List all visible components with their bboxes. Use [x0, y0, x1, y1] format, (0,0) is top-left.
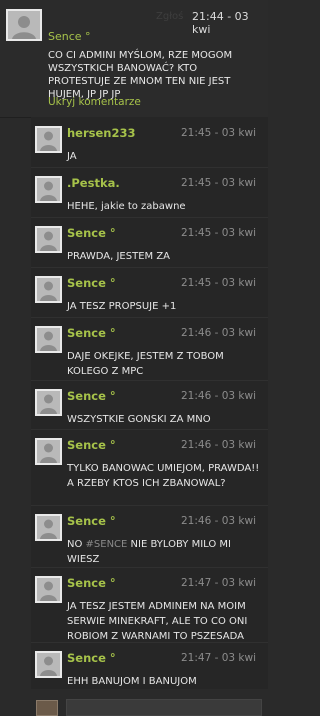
- user-silhouette-icon: [40, 519, 57, 539]
- user-silhouette-icon: [40, 131, 57, 151]
- user-silhouette-icon: [40, 394, 57, 414]
- avatar[interactable]: [35, 176, 62, 203]
- comment-timestamp: 21:45 - 03 kwi: [181, 277, 257, 289]
- comment-text: JA: [67, 151, 77, 162]
- comment-item: Sence ° 21:47 - 03 kwi EHH BANUJOM I BAN…: [31, 642, 268, 690]
- avatar[interactable]: [35, 126, 62, 153]
- post-text: CO CI ADMINI MYŚLOM, RZE MOGOM WSZYSTKIC…: [48, 50, 233, 100]
- comment-item: .Pestka. 21:45 - 03 kwi HEHE, jakie to z…: [31, 167, 268, 218]
- main-post: Zgłoś 21:44 - 03 kwi Sence ° CO CI ADMIN…: [0, 0, 268, 118]
- comment-item: Sence ° 21:47 - 03 kwi JA TESZ JESTEM AD…: [31, 567, 268, 643]
- comment-author[interactable]: Sence °: [67, 389, 116, 403]
- comment-author[interactable]: .Pestka.: [67, 176, 120, 190]
- comment-author[interactable]: Sence °: [67, 514, 116, 528]
- comment-timestamp: 21:46 - 03 kwi: [181, 439, 257, 451]
- comment-text: HEHE, jakie to zabawne: [67, 201, 186, 212]
- user-silhouette-icon: [40, 281, 57, 301]
- user-silhouette-icon: [40, 331, 57, 351]
- comment-text: EHH BANUJOM I BANUJOM: [67, 676, 197, 687]
- comment-item: Sence ° 21:45 - 03 kwi JA TESZ PROPSUJE …: [31, 267, 268, 318]
- post-author[interactable]: Sence °: [48, 30, 91, 43]
- report-link[interactable]: Zgłoś: [156, 11, 183, 22]
- comment-text: NO #SENCE NIE BYLOBY MILO MI WIESZ: [67, 537, 262, 567]
- comment-text: WSZYSTKIE GONSKI ZA MNO: [67, 414, 211, 425]
- comment-text-before: NO: [67, 539, 86, 550]
- comment-item: hersen233 21:45 - 03 kwi JA: [31, 117, 268, 168]
- user-silhouette-icon: [40, 656, 57, 676]
- comment-timestamp: 21:47 - 03 kwi: [181, 577, 257, 589]
- user-silhouette-icon: [12, 16, 36, 39]
- comment-timestamp: 21:46 - 03 kwi: [181, 390, 257, 402]
- avatar[interactable]: [35, 514, 62, 541]
- avatar[interactable]: [35, 326, 62, 353]
- comment-text: DAJE OKEJKE, JESTEM Z TOBOM KOLEGO Z MPC: [67, 351, 224, 377]
- post-timestamp: 21:44 - 03 kwi: [192, 10, 249, 36]
- comment-item: Sence ° 21:46 - 03 kwi NO #SENCE NIE BYL…: [31, 505, 268, 568]
- hashtag-link[interactable]: #SENCE: [86, 539, 128, 550]
- user-silhouette-icon: [40, 181, 57, 201]
- hide-comments-link[interactable]: Ukryj komentarze: [48, 96, 141, 108]
- comment-timestamp: 21:45 - 03 kwi: [181, 227, 257, 239]
- comment-timestamp: 21:45 - 03 kwi: [181, 177, 257, 189]
- reply-bar: [0, 689, 268, 716]
- avatar[interactable]: [35, 389, 62, 416]
- comment-list: hersen233 21:45 - 03 kwi JA .Pestka. 21:…: [31, 117, 268, 690]
- avatar[interactable]: [35, 576, 62, 603]
- comment-timestamp: 21:46 - 03 kwi: [181, 327, 257, 339]
- avatar[interactable]: [35, 438, 62, 465]
- comment-text: JA TESZ PROPSUJE +1: [67, 301, 177, 312]
- comment-text: JA TESZ JESTEM ADMINEM NA MOIM SERWIE MI…: [67, 601, 248, 642]
- user-silhouette-icon: [40, 231, 57, 251]
- comment-author[interactable]: Sence °: [67, 576, 116, 590]
- comment-item: Sence ° 21:45 - 03 kwi PRAWDA, JESTEM ZA: [31, 217, 268, 268]
- comment-text: TYLKO BANOWAC UMIEJOM, PRAWDA!! A RZEBY …: [67, 463, 260, 489]
- comment-author[interactable]: Sence °: [67, 438, 116, 452]
- current-user-avatar: [36, 700, 58, 716]
- comment-author[interactable]: Sence °: [67, 326, 116, 340]
- avatar[interactable]: [35, 276, 62, 303]
- avatar[interactable]: [35, 651, 62, 678]
- reply-input[interactable]: [66, 699, 262, 716]
- comment-author[interactable]: hersen233: [67, 126, 136, 140]
- avatar[interactable]: [6, 9, 42, 41]
- comment-timestamp: 21:47 - 03 kwi: [181, 652, 257, 664]
- comment-author[interactable]: Sence °: [67, 226, 116, 240]
- comment-author[interactable]: Sence °: [67, 651, 116, 665]
- avatar[interactable]: [35, 226, 62, 253]
- comment-text: PRAWDA, JESTEM ZA: [67, 251, 171, 262]
- comment-item: Sence ° 21:46 - 03 kwi DAJE OKEJKE, JEST…: [31, 317, 268, 381]
- comment-timestamp: 21:46 - 03 kwi: [181, 515, 257, 527]
- comment-item: Sence ° 21:46 - 03 kwi WSZYSTKIE GONSKI …: [31, 380, 268, 430]
- comment-author[interactable]: Sence °: [67, 276, 116, 290]
- user-silhouette-icon: [40, 581, 57, 601]
- comment-thread: Zgłoś 21:44 - 03 kwi Sence ° CO CI ADMIN…: [0, 0, 268, 716]
- user-silhouette-icon: [40, 443, 57, 463]
- comment-item: Sence ° 21:46 - 03 kwi TYLKO BANOWAC UMI…: [31, 429, 268, 506]
- comment-timestamp: 21:45 - 03 kwi: [181, 127, 257, 139]
